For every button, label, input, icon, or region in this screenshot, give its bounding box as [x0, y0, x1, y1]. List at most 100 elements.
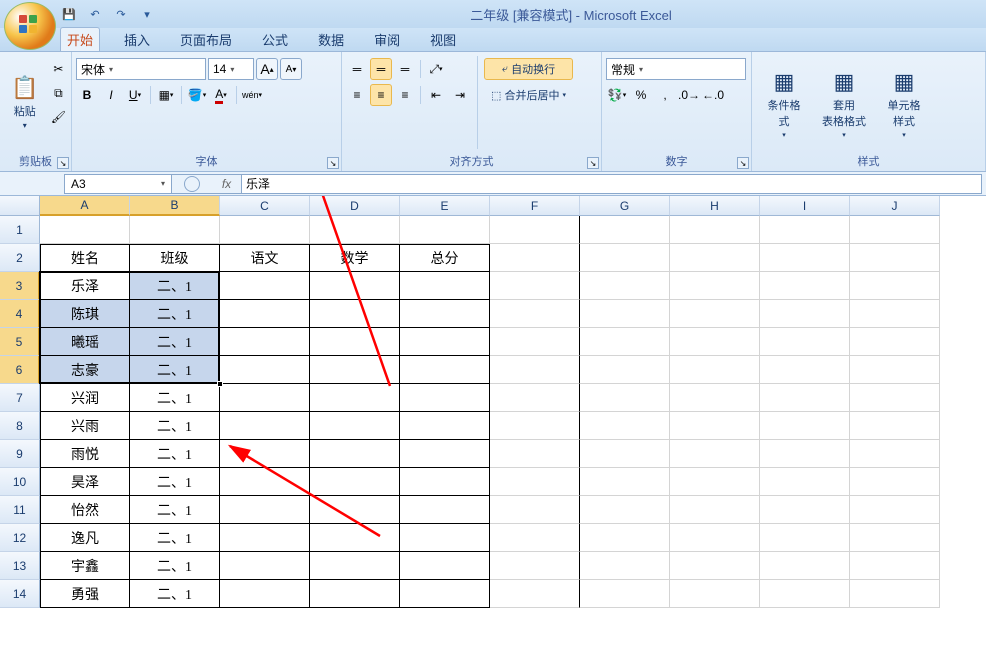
cell-B3[interactable]: 二、1 [130, 272, 220, 300]
cell-G10[interactable] [580, 468, 670, 496]
cell-C7[interactable] [220, 384, 310, 412]
conditional-format-button[interactable]: ▦ 条件格式▾ [756, 56, 812, 151]
number-format-combo[interactable]: 常规▾ [606, 58, 746, 80]
cell-A10[interactable]: 昊泽 [40, 468, 130, 496]
cell-E14[interactable] [400, 580, 490, 608]
font-size-combo[interactable]: 14▾ [208, 58, 254, 80]
cell-A11[interactable]: 怡然 [40, 496, 130, 524]
fx-icon[interactable]: fx [212, 174, 242, 194]
cell-A14[interactable]: 勇强 [40, 580, 130, 608]
cell-F5[interactable] [490, 328, 580, 356]
font-name-combo[interactable]: 宋体▾ [76, 58, 206, 80]
cell-B7[interactable]: 二、1 [130, 384, 220, 412]
copy-button[interactable]: ⧉ [47, 82, 69, 104]
font-color-button[interactable]: A▾ [210, 84, 232, 106]
cell-D2[interactable]: 数学 [310, 244, 400, 272]
cell-G3[interactable] [580, 272, 670, 300]
cell-D9[interactable] [310, 440, 400, 468]
cut-button[interactable]: ✂ [47, 58, 69, 80]
office-button[interactable] [4, 2, 56, 50]
cell-D14[interactable] [310, 580, 400, 608]
name-box[interactable]: A3▾ [64, 174, 172, 194]
align-bottom-button[interactable]: ═ [394, 58, 416, 80]
cell-I5[interactable] [760, 328, 850, 356]
cell-F11[interactable] [490, 496, 580, 524]
cell-I7[interactable] [760, 384, 850, 412]
cell-C14[interactable] [220, 580, 310, 608]
cell-G7[interactable] [580, 384, 670, 412]
row-header-5[interactable]: 5 [0, 328, 40, 356]
cell-I13[interactable] [760, 552, 850, 580]
cell-D12[interactable] [310, 524, 400, 552]
cell-A2[interactable]: 姓名 [40, 244, 130, 272]
cell-I8[interactable] [760, 412, 850, 440]
cell-G13[interactable] [580, 552, 670, 580]
cell-H4[interactable] [670, 300, 760, 328]
cell-I2[interactable] [760, 244, 850, 272]
cell-B1[interactable] [130, 216, 220, 244]
cell-J9[interactable] [850, 440, 940, 468]
col-header-A[interactable]: A [40, 196, 130, 216]
cell-H6[interactable] [670, 356, 760, 384]
cell-D5[interactable] [310, 328, 400, 356]
cell-C10[interactable] [220, 468, 310, 496]
col-header-G[interactable]: G [580, 196, 670, 216]
cell-A7[interactable]: 兴润 [40, 384, 130, 412]
cell-E13[interactable] [400, 552, 490, 580]
spreadsheet-grid[interactable]: ABCDEFGHIJ 1234567891011121314 姓名班级语文数学总… [0, 196, 986, 660]
row-header-8[interactable]: 8 [0, 412, 40, 440]
cell-H3[interactable] [670, 272, 760, 300]
cell-A4[interactable]: 陈琪 [40, 300, 130, 328]
cell-J14[interactable] [850, 580, 940, 608]
cell-G6[interactable] [580, 356, 670, 384]
cell-A1[interactable] [40, 216, 130, 244]
cell-C8[interactable] [220, 412, 310, 440]
cell-I9[interactable] [760, 440, 850, 468]
cell-D7[interactable] [310, 384, 400, 412]
cell-A12[interactable]: 逸凡 [40, 524, 130, 552]
cell-D13[interactable] [310, 552, 400, 580]
cell-B11[interactable]: 二、1 [130, 496, 220, 524]
increase-decimal-button[interactable]: .0→ [678, 84, 700, 106]
phonetic-button[interactable]: wén▾ [241, 84, 263, 106]
cell-G9[interactable] [580, 440, 670, 468]
col-header-H[interactable]: H [670, 196, 760, 216]
cell-G12[interactable] [580, 524, 670, 552]
cell-J4[interactable] [850, 300, 940, 328]
font-launcher[interactable]: ↘ [327, 157, 339, 169]
col-header-B[interactable]: B [130, 196, 220, 216]
cell-H11[interactable] [670, 496, 760, 524]
cell-J7[interactable] [850, 384, 940, 412]
cell-B12[interactable]: 二、1 [130, 524, 220, 552]
decrease-font-button[interactable]: A▾ [280, 58, 302, 80]
cell-C6[interactable] [220, 356, 310, 384]
number-launcher[interactable]: ↘ [737, 157, 749, 169]
row-header-7[interactable]: 7 [0, 384, 40, 412]
tab-视图[interactable]: 视图 [424, 28, 462, 51]
cell-F2[interactable] [490, 244, 580, 272]
cell-H5[interactable] [670, 328, 760, 356]
cell-I4[interactable] [760, 300, 850, 328]
tab-数据[interactable]: 数据 [312, 28, 350, 51]
undo-button[interactable]: ↶ [86, 5, 104, 23]
align-top-button[interactable]: ═ [346, 58, 368, 80]
cell-H2[interactable] [670, 244, 760, 272]
cell-B2[interactable]: 班级 [130, 244, 220, 272]
row-header-10[interactable]: 10 [0, 468, 40, 496]
currency-button[interactable]: 💱▾ [606, 84, 628, 106]
cell-J5[interactable] [850, 328, 940, 356]
cell-F12[interactable] [490, 524, 580, 552]
align-launcher[interactable]: ↘ [587, 157, 599, 169]
row-header-1[interactable]: 1 [0, 216, 40, 244]
cell-H7[interactable] [670, 384, 760, 412]
cell-E7[interactable] [400, 384, 490, 412]
comma-button[interactable]: , [654, 84, 676, 106]
cell-B9[interactable]: 二、1 [130, 440, 220, 468]
qat-more-icon[interactable]: ▾ [138, 5, 156, 23]
cell-E12[interactable] [400, 524, 490, 552]
cell-B8[interactable]: 二、1 [130, 412, 220, 440]
cell-C2[interactable]: 语文 [220, 244, 310, 272]
percent-button[interactable]: % [630, 84, 652, 106]
cell-E1[interactable] [400, 216, 490, 244]
tab-公式[interactable]: 公式 [256, 28, 294, 51]
